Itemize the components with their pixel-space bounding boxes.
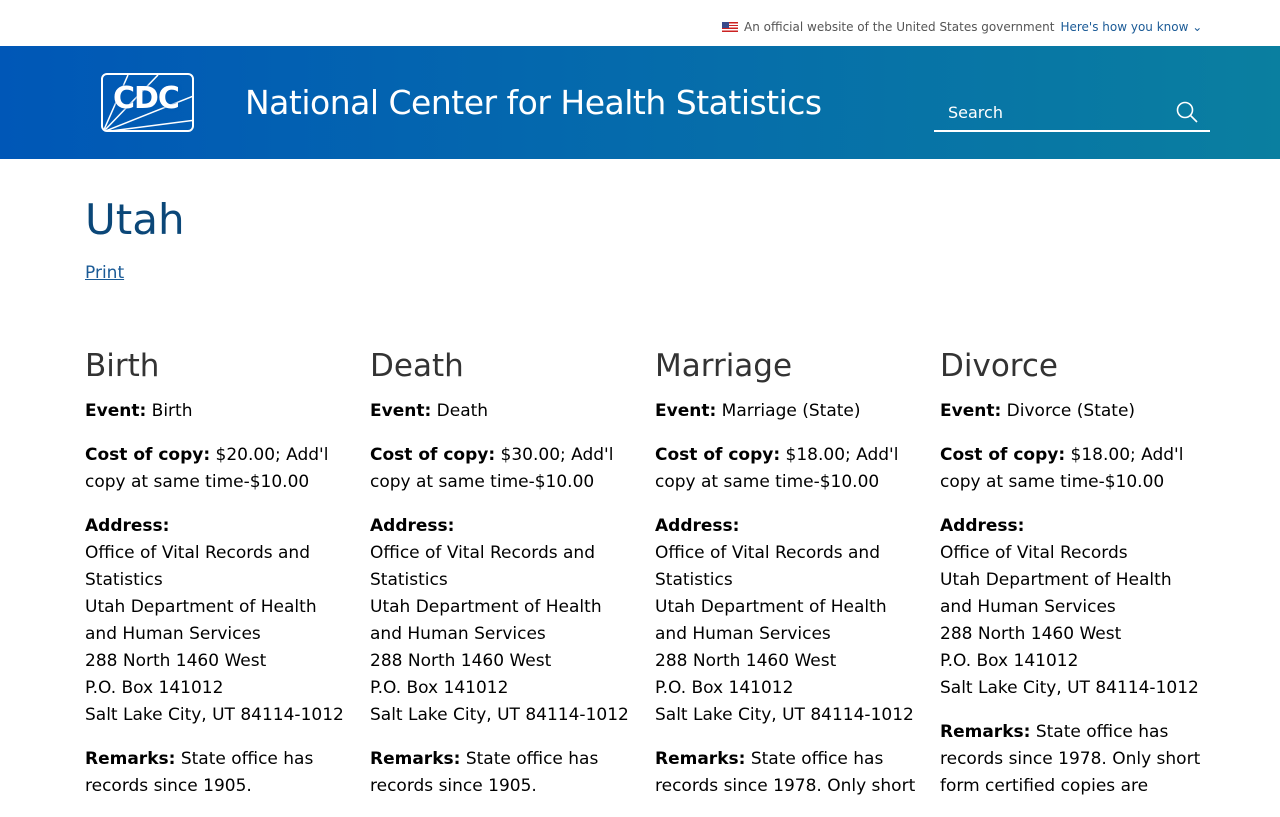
record-column-death: Death Event: Death Cost of copy: $30.00;… <box>370 346 635 817</box>
record-column-divorce: Divorce Event: Divorce (State) Cost of c… <box>940 346 1205 817</box>
address-line: Utah Department of Health and Human Serv… <box>370 597 602 644</box>
search-icon[interactable] <box>1176 101 1198 123</box>
record-column-birth: Birth Event: Birth Cost of copy: $20.00;… <box>85 346 350 817</box>
remarks-field: Remarks: State office has records since … <box>85 749 314 796</box>
address-field: Address: Office of Vital Records and Stat… <box>655 516 914 725</box>
address-line: Office of Vital Records and Statistics <box>85 543 310 590</box>
address-line: P.O. Box 141012 <box>940 651 1079 671</box>
address-line: Salt Lake City, UT 84114-1012 <box>940 678 1199 698</box>
address-line: P.O. Box 141012 <box>85 678 224 698</box>
address-line: Utah Department of Health and Human Serv… <box>655 597 887 644</box>
address-line: Office of Vital Records and Statistics <box>370 543 595 590</box>
address-line: P.O. Box 141012 <box>370 678 509 698</box>
address-field: Address: Office of Vital Records and Stat… <box>370 516 629 725</box>
cost-field: Cost of copy: $18.00; Add'l copy at same… <box>655 445 899 492</box>
column-heading: Marriage <box>655 348 793 384</box>
site-title[interactable]: National Center for Health Statistics <box>245 83 822 122</box>
remarks-field: Remarks: State office has records since … <box>370 749 599 796</box>
remarks-field: Remarks: State office has records since … <box>940 722 1201 796</box>
remarks-field: Remarks: State office has records since … <box>655 749 916 796</box>
event-field: Event: Death <box>370 401 489 421</box>
column-heading: Death <box>370 348 464 384</box>
gov-banner: An official website of the United States… <box>0 0 1280 46</box>
event-field: Event: Birth <box>85 401 193 421</box>
address-line: Office of Vital Records <box>940 543 1128 563</box>
address-line: 288 North 1460 West <box>370 651 552 671</box>
cdc-logo[interactable]: CDC <box>101 73 194 132</box>
print-link[interactable]: Print <box>85 263 124 283</box>
column-heading: Birth <box>85 348 160 384</box>
how-you-know-link[interactable]: Here's how you know ⌄ <box>1060 20 1202 34</box>
search-input[interactable] <box>948 102 1148 122</box>
search-box <box>934 94 1210 132</box>
gov-banner-text: An official website of the United States… <box>744 20 1055 34</box>
address-field: Address: Office of Vital Records Utah Depa… <box>940 516 1199 698</box>
address-line: Utah Department of Health and Human Serv… <box>85 597 317 644</box>
cost-field: Cost of copy: $30.00; Add'l copy at same… <box>370 445 614 492</box>
address-line: 288 North 1460 West <box>85 651 267 671</box>
address-line: Utah Department of Health and Human Serv… <box>940 570 1172 617</box>
address-line: 288 North 1460 West <box>655 651 837 671</box>
address-line: P.O. Box 141012 <box>655 678 794 698</box>
address-line: Salt Lake City, UT 84114-1012 <box>655 705 914 725</box>
address-field: Address: Office of Vital Records and Stat… <box>85 516 344 725</box>
page-title: Utah <box>85 195 185 244</box>
address-line: Salt Lake City, UT 84114-1012 <box>370 705 629 725</box>
column-heading: Divorce <box>940 348 1058 384</box>
record-column-marriage: Marriage Event: Marriage (State) Cost of… <box>655 346 920 817</box>
address-line: Salt Lake City, UT 84114-1012 <box>85 705 344 725</box>
address-line: 288 North 1460 West <box>940 624 1122 644</box>
event-field: Event: Divorce (State) <box>940 401 1136 421</box>
site-header: CDC National Center for Health Statistic… <box>0 46 1280 159</box>
cost-field: Cost of copy: $20.00; Add'l copy at same… <box>85 445 329 492</box>
us-flag-icon <box>722 22 738 32</box>
address-line: Office of Vital Records and Statistics <box>655 543 880 590</box>
event-field: Event: Marriage (State) <box>655 401 861 421</box>
cost-field: Cost of copy: $18.00; Add'l copy at same… <box>940 445 1184 492</box>
